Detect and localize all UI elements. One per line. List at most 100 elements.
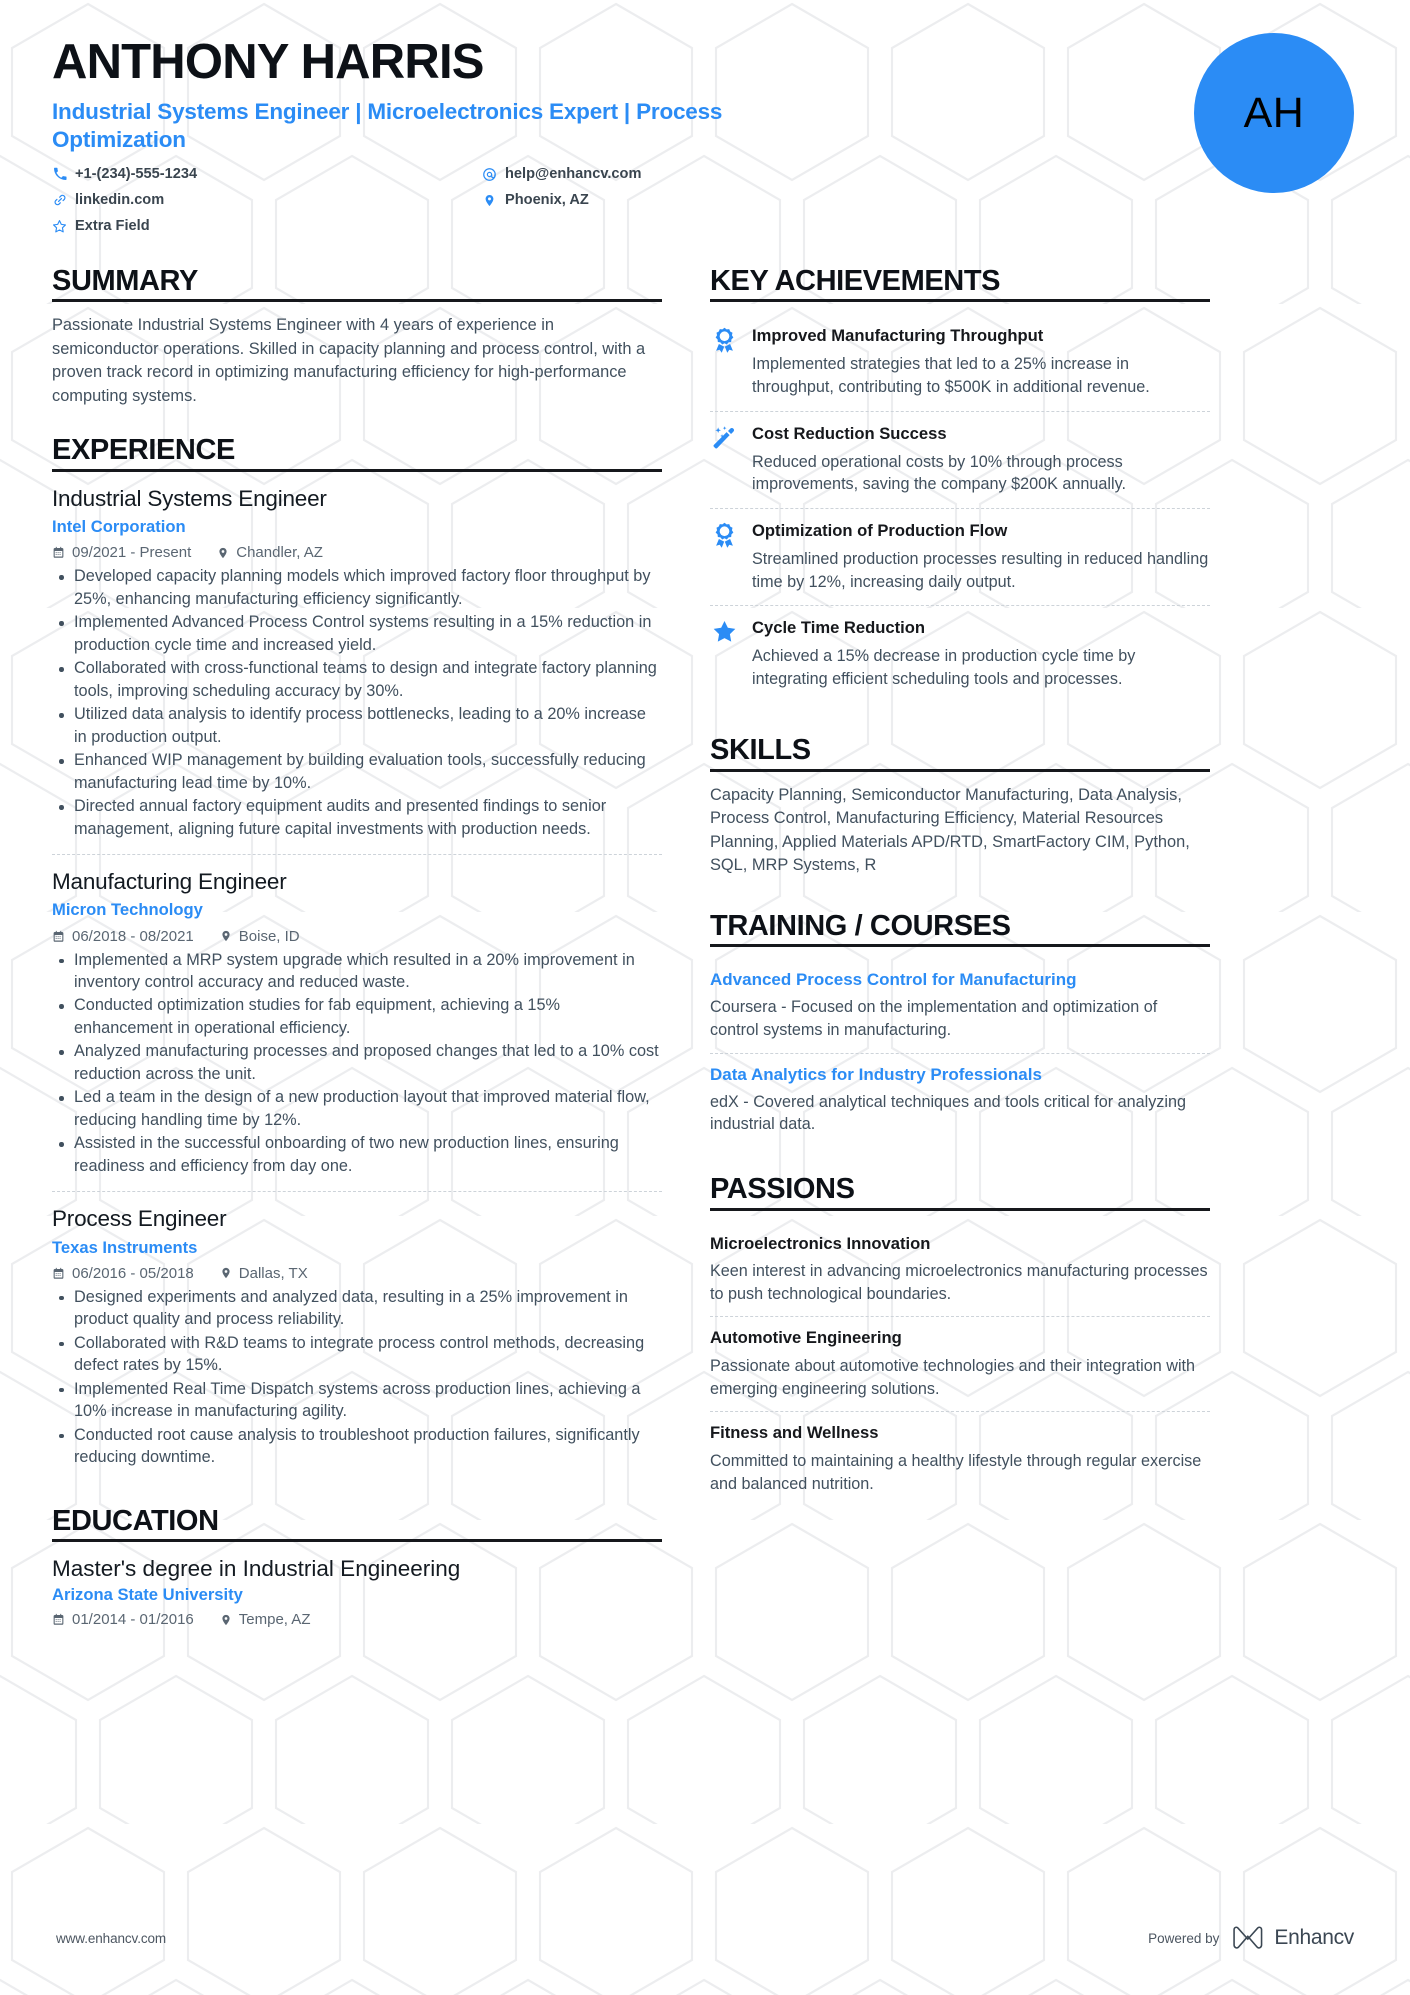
achievement-title: Improved Manufacturing Throughput — [752, 326, 1044, 346]
job-title: Process Engineer — [52, 1206, 227, 1232]
job-bullet: Conducted optimization studies for fab e… — [52, 994, 662, 1039]
section-key-achievements: KEY ACHIEVEMENTS Improved Manufacturing … — [710, 265, 1210, 702]
job-company[interactable]: Intel Corporation — [52, 515, 662, 538]
section-title-passions: PASSIONS — [710, 1173, 855, 1206]
job-bullet: Collaborated with cross-functional teams… — [52, 657, 662, 702]
job-location: Boise, ID — [220, 928, 300, 945]
course-title[interactable]: Advanced Process Control for Manufacturi… — [710, 969, 1210, 991]
job-dates-value: 06/2016 - 05/2018 — [72, 1264, 194, 1282]
job-bullet: Utilized data analysis to identify proce… — [52, 703, 662, 748]
job-location-value: Boise, ID — [238, 927, 300, 945]
page-title: ANTHONY HARRIS — [52, 35, 484, 89]
education-location: Tempe, AZ — [220, 1611, 311, 1629]
job-bullet: Collaborated with R&D teams to integrate… — [52, 1332, 662, 1377]
resume-page: ANTHONY HARRIS Industrial Systems Engine… — [0, 0, 1410, 1995]
page-footer: www.enhancv.com Powered by Enhancv — [0, 1925, 1410, 1951]
course-title[interactable]: Data Analytics for Industry Professional… — [710, 1064, 1210, 1086]
section-passions: PASSIONS Microelectronics Innovation Kee… — [710, 1173, 1210, 1506]
achievement-title: Optimization of Production Flow — [752, 520, 1008, 540]
contact-phone-value: +1-(234)-555-1234 — [75, 165, 198, 182]
education-location-value: Tempe, AZ — [238, 1611, 311, 1629]
section-title-experience: EXPERIENCE — [52, 434, 235, 467]
powered-by-label: Powered by — [1148, 1930, 1220, 1946]
job-company[interactable]: Micron Technology — [52, 898, 662, 921]
section-divider — [710, 299, 1210, 303]
enhancv-brand-label: Enhancv — [1274, 1926, 1354, 1949]
calendar-icon — [52, 1613, 65, 1626]
job-bullets: Designed experiments and analyzed data, … — [52, 1286, 662, 1469]
section-experience: EXPERIENCE Industrial Systems Engineer I… — [52, 434, 662, 1478]
contact-phone[interactable]: +1-(234)-555-1234 — [52, 164, 482, 185]
location-icon — [220, 1613, 232, 1627]
job-bullet: Led a team in the design of a new produc… — [52, 1086, 662, 1131]
passion-text: Keen interest in advancing microelectron… — [710, 1262, 1208, 1303]
job-meta: 09/2021 - Present Chandler, AZ — [52, 544, 662, 561]
contact-link[interactable]: linkedin.com — [52, 190, 482, 211]
job-location-value: Chandler, AZ — [236, 544, 323, 562]
award-ribbon-icon — [710, 325, 738, 398]
job-location: Dallas, TX — [220, 1265, 308, 1282]
skills-text: Capacity Planning, Semiconductor Manufac… — [710, 785, 1190, 875]
achievement-text: Streamlined production processes resulti… — [752, 549, 1209, 591]
resume-header: ANTHONY HARRIS Industrial Systems Engine… — [52, 33, 1358, 243]
job-bullet: Implemented Real Time Dispatch systems a… — [52, 1378, 662, 1423]
course-text: edX - Covered analytical techniques and … — [710, 1092, 1186, 1134]
passion-text: Passionate about automotive technologies… — [710, 1356, 1196, 1398]
achievement-text: Reduced operational costs by 10% through… — [752, 452, 1127, 494]
phone-icon — [52, 167, 67, 181]
star-outline-icon — [52, 219, 67, 234]
job-meta: 06/2018 - 08/2021 Boise, ID — [52, 928, 662, 945]
section-title-education: EDUCATION — [52, 1504, 219, 1537]
contact-location-value: Phoenix, AZ — [505, 191, 589, 208]
job-dates-value: 09/2021 - Present — [72, 544, 192, 562]
location-icon — [482, 193, 497, 208]
job-dates: 06/2018 - 08/2021 — [52, 928, 194, 945]
job-bullets: Developed capacity planning models which… — [52, 565, 662, 840]
contact-extra-field[interactable]: Extra Field — [52, 216, 482, 237]
footer-website[interactable]: www.enhancv.com — [56, 1931, 166, 1946]
experience-item: Manufacturing Engineer Micron Technology… — [52, 854, 662, 1187]
location-icon — [220, 1266, 232, 1280]
achievement-body: Cost Reduction Success Reduced operation… — [752, 423, 1210, 496]
link-icon — [52, 193, 67, 207]
section-skills: SKILLS Capacity Planning, Semiconductor … — [710, 734, 1210, 877]
experience-item: Process Engineer Texas Instruments 06/20… — [52, 1191, 662, 1478]
achievement-text: Implemented strategies that led to a 25%… — [752, 355, 1150, 397]
job-dates: 06/2016 - 05/2018 — [52, 1265, 194, 1282]
professional-headline: Industrial Systems Engineer | Microelect… — [52, 98, 723, 153]
course-item: Data Analytics for Industry Professional… — [710, 1052, 1210, 1147]
job-bullet: Developed capacity planning models which… — [52, 565, 662, 610]
section-divider — [710, 1207, 1210, 1211]
job-bullet: Directed annual factory equipment audits… — [52, 795, 662, 840]
passion-text: Committed to maintaining a healthy lifes… — [710, 1451, 1202, 1493]
calendar-icon — [52, 930, 65, 943]
section-title-key-achievements: KEY ACHIEVEMENTS — [710, 265, 1001, 297]
section-summary: SUMMARY Passionate Industrial Systems En… — [52, 265, 662, 408]
right-column: KEY ACHIEVEMENTS Improved Manufacturing … — [710, 265, 1210, 1644]
section-title-summary: SUMMARY — [52, 265, 198, 297]
education-degree: Master's degree in Industrial Engineerin… — [52, 1556, 461, 1582]
calendar-icon — [52, 546, 65, 559]
job-location-value: Dallas, TX — [238, 1264, 308, 1282]
job-bullet: Implemented a MRP system upgrade which r… — [52, 949, 662, 994]
contact-email[interactable]: help@enhancv.com — [482, 164, 882, 185]
job-dates: 09/2021 - Present — [52, 544, 191, 561]
achievement-item: Improved Manufacturing Throughput Implem… — [710, 314, 1210, 410]
job-company[interactable]: Texas Instruments — [52, 1236, 662, 1259]
education-school[interactable]: Arizona State University — [52, 1585, 662, 1605]
achievement-title: Cycle Time Reduction — [752, 618, 926, 638]
achievement-title: Cost Reduction Success — [752, 423, 947, 443]
contact-location[interactable]: Phoenix, AZ — [482, 190, 882, 211]
achievement-item: Cost Reduction Success Reduced operation… — [710, 410, 1210, 508]
contact-details: +1-(234)-555-1234 help@enhancv.com linke… — [52, 164, 882, 237]
footer-branding: Powered by Enhancv — [1148, 1925, 1354, 1951]
achievement-body: Improved Manufacturing Throughput Implem… — [752, 325, 1210, 398]
course-item: Advanced Process Control for Manufacturi… — [710, 959, 1210, 1052]
job-bullet: Conducted root cause analysis to trouble… — [52, 1424, 662, 1469]
enhancv-logo-icon — [1231, 1925, 1265, 1951]
achievement-text: Achieved a 15% decrease in production cy… — [752, 647, 1136, 688]
left-column: SUMMARY Passionate Industrial Systems En… — [52, 265, 662, 1644]
job-location: Chandler, AZ — [217, 544, 323, 561]
section-divider — [710, 944, 1210, 948]
avatar: AH — [1194, 33, 1354, 193]
